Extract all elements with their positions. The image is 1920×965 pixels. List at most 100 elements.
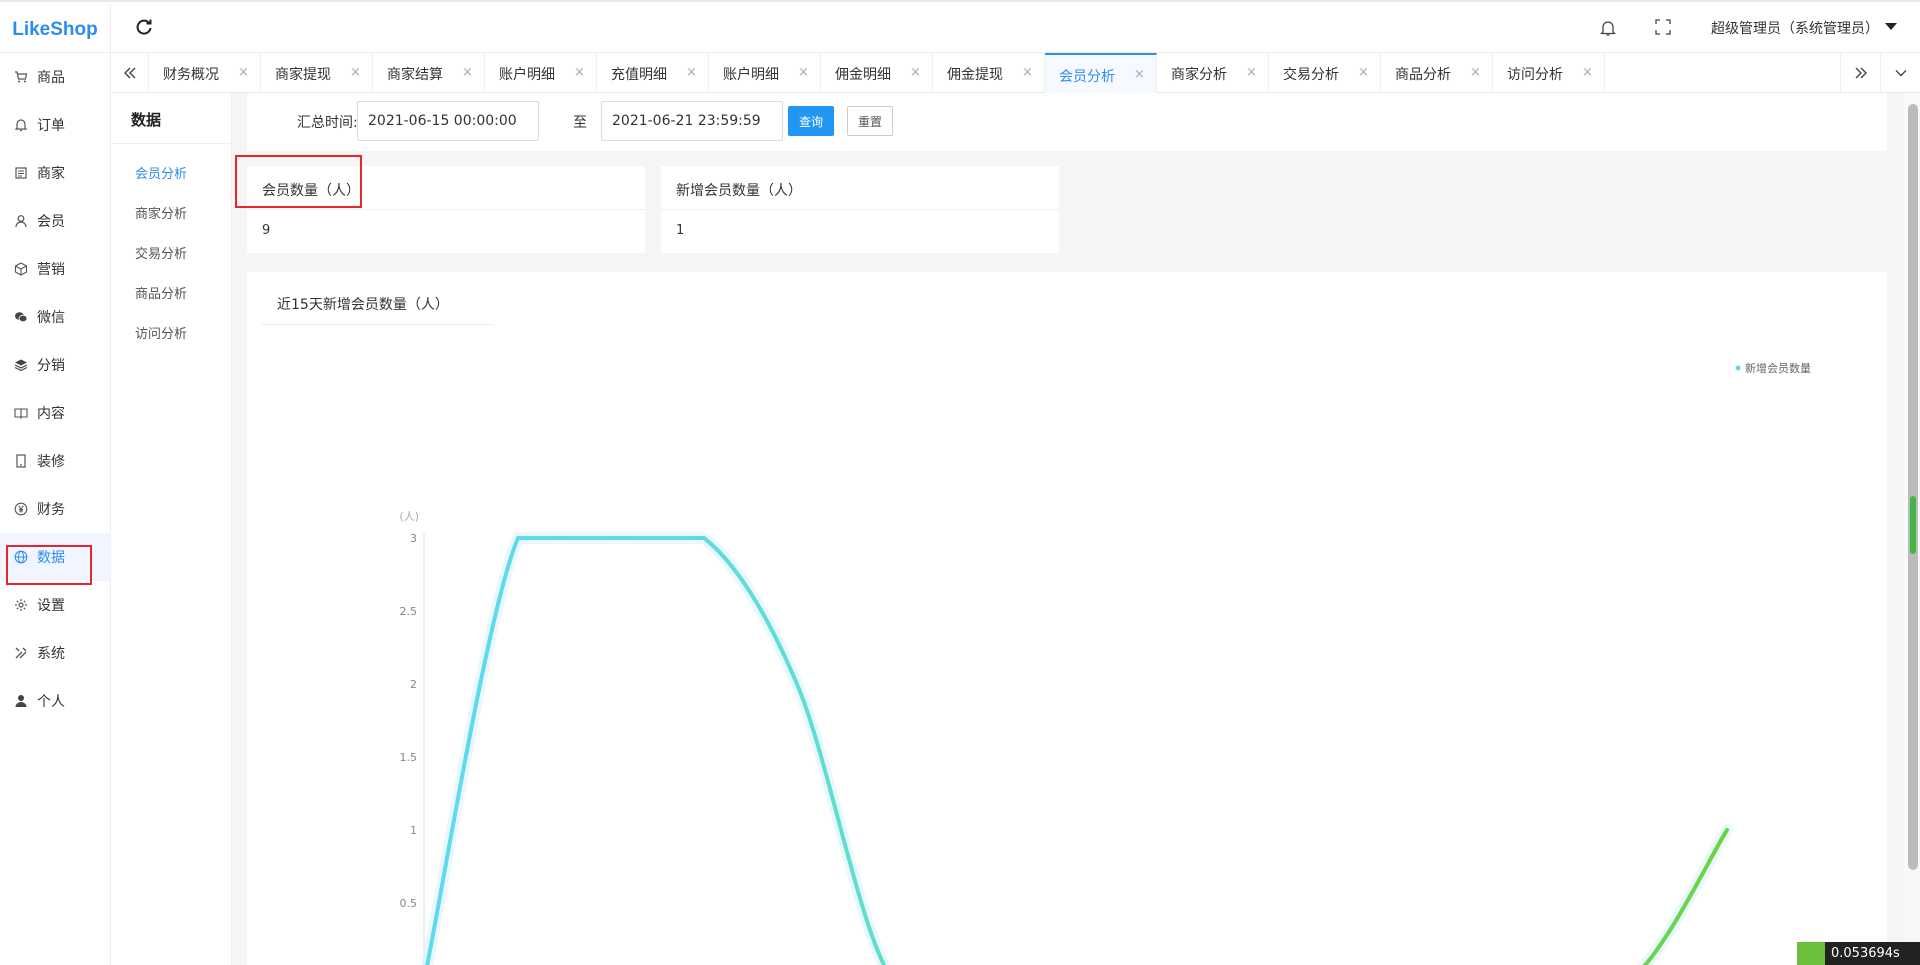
- fullscreen-icon[interactable]: [1655, 19, 1671, 35]
- layers-icon: [14, 359, 28, 372]
- tab-trade-analysis[interactable]: 交易分析 ×: [1269, 53, 1381, 93]
- card-value: 9: [262, 223, 271, 238]
- close-icon[interactable]: ×: [1470, 65, 1481, 80]
- tab-account-detail[interactable]: 账户明细 ×: [485, 53, 597, 93]
- series-line: [425, 536, 1729, 965]
- sidebar-item-merchants[interactable]: 商家: [0, 149, 111, 197]
- tab-label: 账户明细: [723, 67, 779, 83]
- tab-commission-detail[interactable]: 佣金明细 ×: [821, 53, 933, 93]
- sidebar-item-settings[interactable]: 设置: [0, 581, 111, 629]
- start-time-input[interactable]: 2021-06-15 00:00:00: [357, 101, 539, 141]
- sidebar-item-wechat[interactable]: 微信: [0, 293, 111, 341]
- y-tick-label: 3: [410, 532, 417, 545]
- tab-label: 账户明细: [499, 67, 555, 83]
- subnav-item-goods-analysis[interactable]: 商品分析: [135, 283, 187, 302]
- sidebar-item-decoration[interactable]: 装修: [0, 437, 111, 485]
- timer-value: 0.053694s: [1831, 946, 1900, 961]
- sidebar-item-label: 订单: [37, 118, 65, 134]
- double-chevron-right-icon: [1855, 67, 1867, 79]
- tab-finance-overview[interactable]: 财务概况 ×: [149, 53, 261, 93]
- end-time-input[interactable]: 2021-06-21 23:59:59: [601, 101, 783, 141]
- main-sidebar: 商品 订单 商家 会员 营销 微信 分销 内容 装修 财务 数据 设置 系统 个…: [0, 53, 111, 965]
- sidebar-item-label: 会员: [37, 214, 65, 230]
- legend-label: 新增会员数量: [1745, 361, 1811, 375]
- close-icon[interactable]: ×: [350, 65, 361, 80]
- tab-commission-withdraw[interactable]: 佣金提现 ×: [933, 53, 1045, 93]
- reset-button[interactable]: 重置: [847, 106, 893, 136]
- close-icon[interactable]: ×: [1022, 65, 1033, 80]
- tabs-scroll-right-button[interactable]: [1840, 53, 1880, 93]
- sidebar-item-distribution[interactable]: 分销: [0, 341, 111, 389]
- sidebar-item-system[interactable]: 系统: [0, 629, 111, 677]
- card-title: 新增会员数量（人）: [661, 166, 1059, 210]
- tabs-menu-button[interactable]: [1880, 53, 1920, 93]
- tab-label: 商品分析: [1395, 67, 1451, 83]
- close-icon[interactable]: ×: [686, 65, 697, 80]
- sidebar-item-label: 分销: [37, 358, 65, 374]
- caret-down-icon[interactable]: [1885, 23, 1897, 30]
- close-icon[interactable]: ×: [1134, 67, 1145, 82]
- scrollbar-thumb[interactable]: [1908, 104, 1918, 870]
- subnav-title: 数据: [131, 111, 162, 129]
- close-icon[interactable]: ×: [238, 65, 249, 80]
- sidebar-item-finance[interactable]: 财务: [0, 485, 111, 533]
- subnav-item-member-analysis[interactable]: 会员分析: [135, 163, 187, 182]
- subnav-item-merchant-analysis[interactable]: 商家分析: [135, 203, 187, 222]
- tab-visit-analysis[interactable]: 访问分析 ×: [1493, 53, 1605, 93]
- sidebar-item-orders[interactable]: 订单: [0, 101, 111, 149]
- subnav-item-visit-analysis[interactable]: 访问分析: [135, 323, 187, 342]
- wechat-icon: [15, 312, 28, 323]
- tab-merchant-settlement[interactable]: 商家结算 ×: [373, 53, 485, 93]
- user-menu[interactable]: 超级管理员（系统管理员）: [1711, 18, 1879, 38]
- tab-goods-analysis[interactable]: 商品分析 ×: [1381, 53, 1493, 93]
- tab-label: 访问分析: [1507, 67, 1563, 83]
- sidebar-item-goods[interactable]: 商品: [0, 53, 111, 101]
- close-icon[interactable]: ×: [1358, 65, 1369, 80]
- cube-icon: [14, 262, 28, 276]
- bell-icon: [14, 119, 28, 132]
- close-icon[interactable]: ×: [1582, 65, 1593, 80]
- highlight-box: [6, 545, 92, 585]
- new-member-chart-panel: 近15天新增会员数量（人） (人) 0.5 1 1.5 2 2.5 3 新增会员数量: [247, 272, 1887, 965]
- query-button[interactable]: 查询: [788, 106, 834, 136]
- timer-badge-icon: [1797, 942, 1825, 965]
- refresh-icon[interactable]: [134, 17, 154, 37]
- tab-member-analysis[interactable]: 会员分析 ×: [1045, 53, 1157, 93]
- sidebar-item-label: 微信: [37, 310, 65, 326]
- tab-label: 商家提现: [275, 67, 331, 83]
- tabs-scroll-left-button[interactable]: [111, 53, 149, 93]
- close-icon[interactable]: ×: [798, 65, 809, 80]
- close-icon[interactable]: ×: [910, 65, 921, 80]
- y-tick-label: 1: [410, 824, 417, 837]
- range-separator: 至: [573, 115, 587, 131]
- legend-marker: [1735, 365, 1741, 371]
- close-icon[interactable]: ×: [574, 65, 585, 80]
- tab-account-detail-2[interactable]: 账户明细 ×: [709, 53, 821, 93]
- series-line-shadow: [421, 532, 1733, 965]
- user-icon: [15, 695, 27, 707]
- tab-merchant-withdraw[interactable]: 商家提现 ×: [261, 53, 373, 93]
- logo[interactable]: LikeShop: [0, 4, 111, 55]
- y-tick-label: 2: [410, 678, 417, 691]
- sidebar-item-personal[interactable]: 个人: [0, 677, 111, 725]
- tab-label: 交易分析: [1283, 67, 1339, 83]
- y-tick-label: 1.5: [400, 751, 418, 764]
- close-icon[interactable]: ×: [462, 65, 473, 80]
- bell-icon[interactable]: [1599, 19, 1617, 37]
- close-icon[interactable]: ×: [1246, 65, 1257, 80]
- tab-recharge-detail[interactable]: 充值明细 ×: [597, 53, 709, 93]
- subnav-item-trade-analysis[interactable]: 交易分析: [135, 243, 187, 262]
- sidebar-item-members[interactable]: 会员: [0, 197, 111, 245]
- tab-merchant-analysis[interactable]: 商家分析 ×: [1157, 53, 1269, 93]
- tab-label: 充值明细: [611, 67, 667, 83]
- main-content: 汇总时间: 2021-06-15 00:00:00 至 2021-06-21 2…: [232, 93, 1920, 965]
- person-icon: [15, 215, 27, 228]
- sidebar-item-marketing[interactable]: 营销: [0, 245, 111, 293]
- book-icon: [14, 408, 28, 420]
- sidebar-item-label: 设置: [37, 598, 65, 614]
- sidebar-item-label: 营销: [37, 262, 65, 278]
- divider: [111, 143, 232, 144]
- sidebar-item-content[interactable]: 内容: [0, 389, 111, 437]
- tab-label: 商家分析: [1171, 67, 1227, 83]
- y-tick-label: 0.5: [400, 897, 418, 910]
